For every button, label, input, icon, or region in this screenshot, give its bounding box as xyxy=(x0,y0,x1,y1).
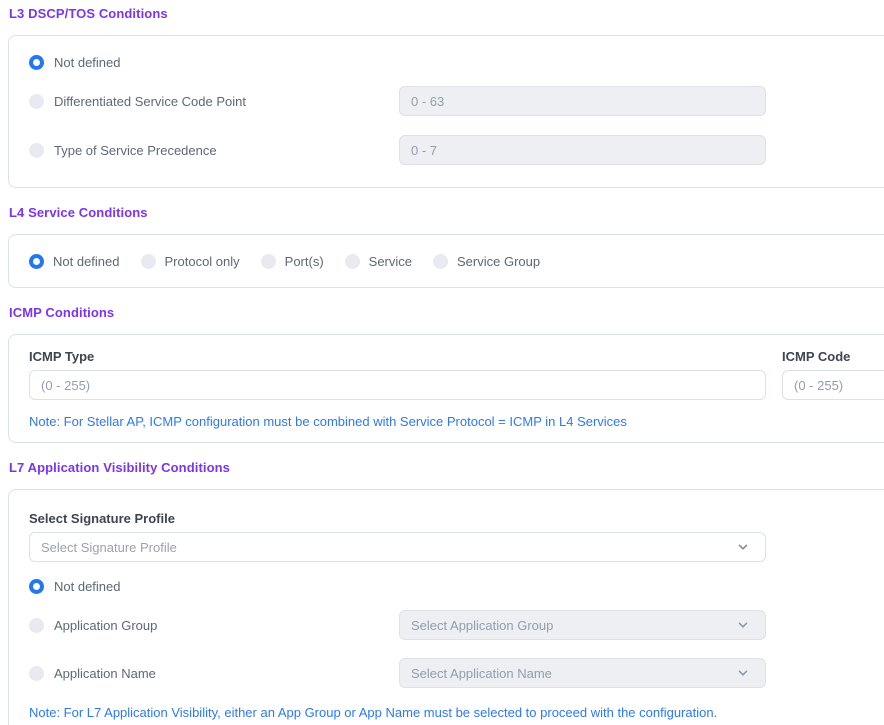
application-name-select: Select Application Name xyxy=(399,658,766,688)
radio-row-l3-dscp: Differentiated Service Code Point xyxy=(29,86,884,116)
radio-row-l3-not-defined[interactable]: Not defined xyxy=(29,52,884,72)
radio-option-not-defined[interactable]: Not defined xyxy=(29,254,120,269)
radio-button[interactable] xyxy=(29,143,44,158)
radio-label: Not defined xyxy=(54,55,121,70)
dscp-value-input xyxy=(399,86,766,116)
icmp-type-input[interactable] xyxy=(29,370,766,400)
radio-label: Application Name xyxy=(54,666,156,681)
radio-button-selected[interactable] xyxy=(29,254,44,269)
radio-row-app-group: Application Group Select Application Gro… xyxy=(29,610,884,640)
radio-label: Type of Service Precedence xyxy=(54,143,217,158)
chevron-down-icon xyxy=(737,619,749,631)
radio-option-tos[interactable]: Type of Service Precedence xyxy=(29,143,399,158)
radio-label: Not defined xyxy=(54,579,121,594)
radio-label: Application Group xyxy=(54,618,157,633)
radio-option-app-group[interactable]: Application Group xyxy=(29,618,399,633)
section-title-l7: L7 Application Visibility Conditions xyxy=(9,460,884,475)
radio-button[interactable] xyxy=(345,254,360,269)
radio-button-selected[interactable] xyxy=(29,579,44,594)
radio-button[interactable] xyxy=(29,94,44,109)
application-group-select: Select Application Group xyxy=(399,610,766,640)
radio-label: Protocol only xyxy=(165,254,240,269)
signature-profile-select[interactable]: Select Signature Profile xyxy=(29,532,766,562)
section-l4-service: L4 Service Conditions Not defined Protoc… xyxy=(8,205,884,288)
radio-row-l3-tos: Type of Service Precedence xyxy=(29,135,884,165)
radio-label: Service xyxy=(369,254,412,269)
radio-button[interactable] xyxy=(141,254,156,269)
chevron-down-icon xyxy=(737,667,749,679)
radio-button[interactable] xyxy=(433,254,448,269)
radio-button-selected[interactable] xyxy=(29,55,44,70)
radio-label: Service Group xyxy=(457,254,540,269)
icmp-card: ICMP Type ICMP Code Note: For Stellar AP… xyxy=(8,334,884,443)
radio-row-app-name: Application Name Select Application Name xyxy=(29,658,884,688)
radio-label: Port(s) xyxy=(285,254,324,269)
radio-option-dscp[interactable]: Differentiated Service Code Point xyxy=(29,94,399,109)
tos-value-input xyxy=(399,135,766,165)
l4-radio-group: Not defined Protocol only Port(s) Servic… xyxy=(29,252,884,270)
radio-button[interactable] xyxy=(29,666,44,681)
radio-option-service-group[interactable]: Service Group xyxy=(433,254,540,269)
radio-row-l7-not-defined[interactable]: Not defined xyxy=(29,579,884,594)
conditions-form: L3 DSCP/TOS Conditions Not defined Diffe… xyxy=(0,0,884,725)
icmp-code-input[interactable] xyxy=(782,370,884,400)
chevron-down-icon xyxy=(737,541,749,553)
l7-card: Select Signature Profile Select Signatur… xyxy=(8,489,884,725)
select-placeholder: Select Application Name xyxy=(411,666,552,681)
section-title-l4: L4 Service Conditions xyxy=(9,205,884,220)
radio-option-service[interactable]: Service xyxy=(345,254,412,269)
section-title-l3: L3 DSCP/TOS Conditions xyxy=(9,6,884,21)
radio-option-protocol-only[interactable]: Protocol only xyxy=(141,254,240,269)
select-placeholder: Select Signature Profile xyxy=(41,540,177,555)
radio-option-ports[interactable]: Port(s) xyxy=(261,254,324,269)
radio-label: Differentiated Service Code Point xyxy=(54,94,246,109)
section-l3-dscp-tos: L3 DSCP/TOS Conditions Not defined Diffe… xyxy=(8,6,884,188)
radio-button[interactable] xyxy=(261,254,276,269)
signature-profile-label: Select Signature Profile xyxy=(29,511,884,526)
icmp-code-label: ICMP Code xyxy=(782,349,884,364)
l4-card: Not defined Protocol only Port(s) Servic… xyxy=(8,234,884,288)
select-placeholder: Select Application Group xyxy=(411,618,553,633)
section-title-icmp: ICMP Conditions xyxy=(9,305,884,320)
l3-card: Not defined Differentiated Service Code … xyxy=(8,35,884,188)
radio-option-app-name[interactable]: Application Name xyxy=(29,666,399,681)
radio-button[interactable] xyxy=(29,618,44,633)
section-l7-app-visibility: L7 Application Visibility Conditions Sel… xyxy=(8,460,884,725)
l7-note: Note: For L7 Application Visibility, eit… xyxy=(29,705,884,721)
icmp-note: Note: For Stellar AP, ICMP configuration… xyxy=(29,414,884,430)
section-icmp: ICMP Conditions ICMP Type ICMP Code Note… xyxy=(8,305,884,443)
radio-label: Not defined xyxy=(53,254,120,269)
icmp-type-label: ICMP Type xyxy=(29,349,766,364)
